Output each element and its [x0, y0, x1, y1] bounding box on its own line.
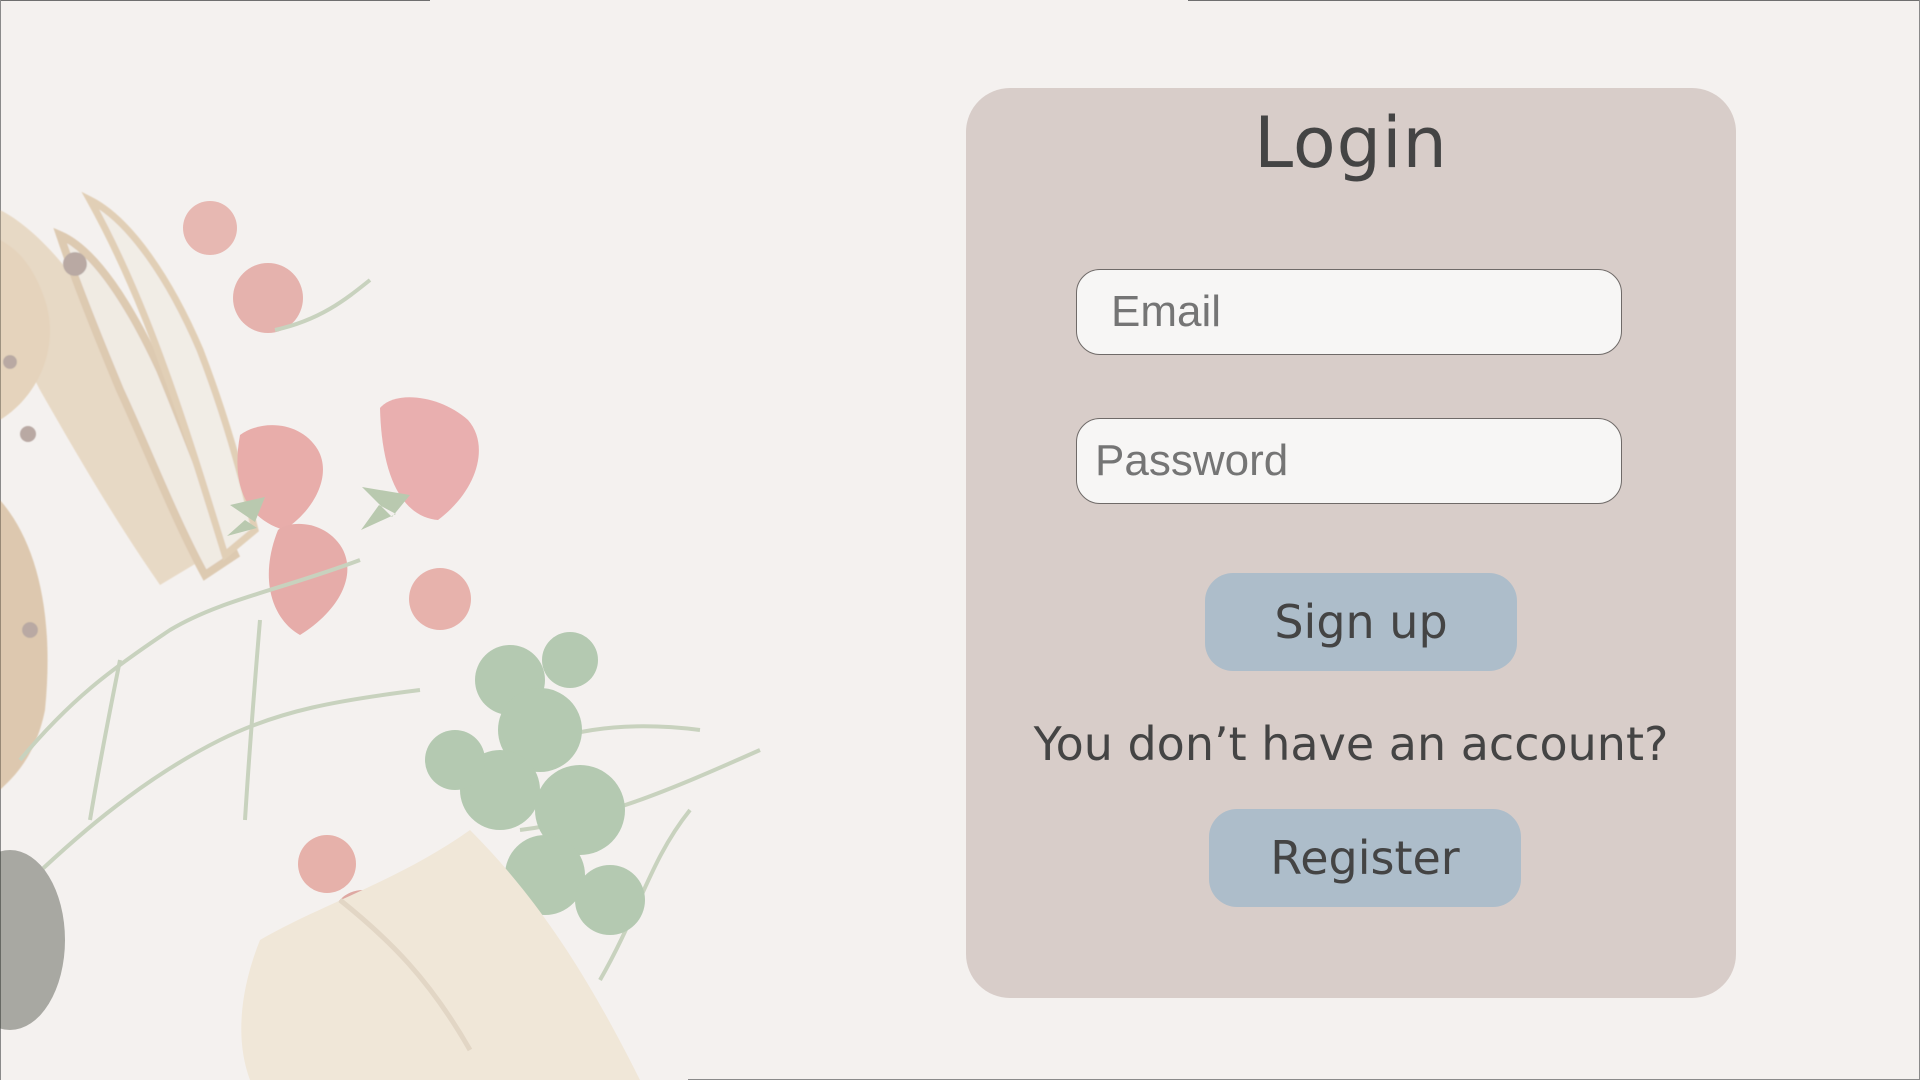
bread-slices-icon [0, 191, 259, 790]
screen-frame-top-right [1188, 0, 1920, 1]
login-page: Login Sign up You don’t have an account?… [0, 0, 1920, 1080]
email-field[interactable] [1076, 269, 1622, 355]
password-field[interactable] [1076, 418, 1622, 504]
register-button[interactable]: Register [1209, 809, 1521, 907]
food-background-icon [0, 191, 761, 1080]
account-prompt: You don’t have an account? [1033, 717, 1669, 771]
signup-button[interactable]: Sign up [1205, 573, 1517, 671]
avocado-icon [0, 850, 65, 1030]
page-title: Login [1254, 102, 1448, 184]
